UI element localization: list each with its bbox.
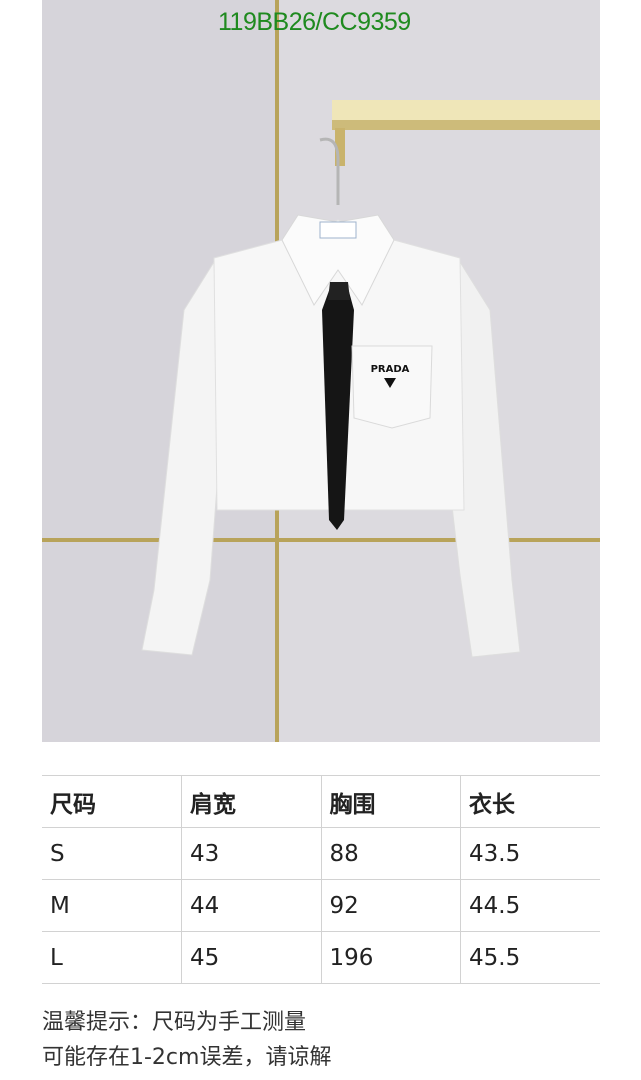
cell-shoulder: 44 xyxy=(181,879,322,932)
cell-length: 44.5 xyxy=(460,879,600,932)
measurement-note: 温馨提示：尺码为手工测量 可能存在1-2cm误差，请谅解 xyxy=(42,1005,602,1075)
cell-shoulder: 45 xyxy=(181,931,322,984)
table-row: S 43 88 43.5 xyxy=(42,827,600,880)
prada-logo-text: PRADA xyxy=(371,364,410,375)
cell-length: 43.5 xyxy=(460,827,600,880)
cell-size: M xyxy=(42,879,182,932)
cell-size: L xyxy=(42,931,182,984)
note-line-1: 温馨提示：尺码为手工测量 xyxy=(42,1010,307,1035)
cell-shoulder: 43 xyxy=(181,827,322,880)
size-table: 尺码 肩宽 胸围 衣长 S 43 88 43.5 M 44 92 44.5 L … xyxy=(42,775,600,984)
cell-chest: 92 xyxy=(320,879,461,932)
header-length: 衣长 xyxy=(460,775,600,828)
table-row: L 45 196 45.5 xyxy=(42,931,600,984)
header-size: 尺码 xyxy=(42,775,182,828)
header-shoulder: 肩宽 xyxy=(181,775,322,828)
cell-chest: 88 xyxy=(320,827,461,880)
size-table-header: 尺码 肩宽 胸围 衣长 xyxy=(42,775,600,828)
cell-length: 45.5 xyxy=(460,931,600,984)
cell-chest: 196 xyxy=(320,931,461,984)
note-line-2: 可能存在1-2cm误差，请谅解 xyxy=(42,1045,332,1070)
header-chest: 胸围 xyxy=(320,775,461,828)
watermark-code: 119BB26/CC9359 xyxy=(218,8,411,36)
product-photo: PRADA xyxy=(42,0,600,742)
cell-size: S xyxy=(42,827,182,880)
table-row: M 44 92 44.5 xyxy=(42,879,600,932)
